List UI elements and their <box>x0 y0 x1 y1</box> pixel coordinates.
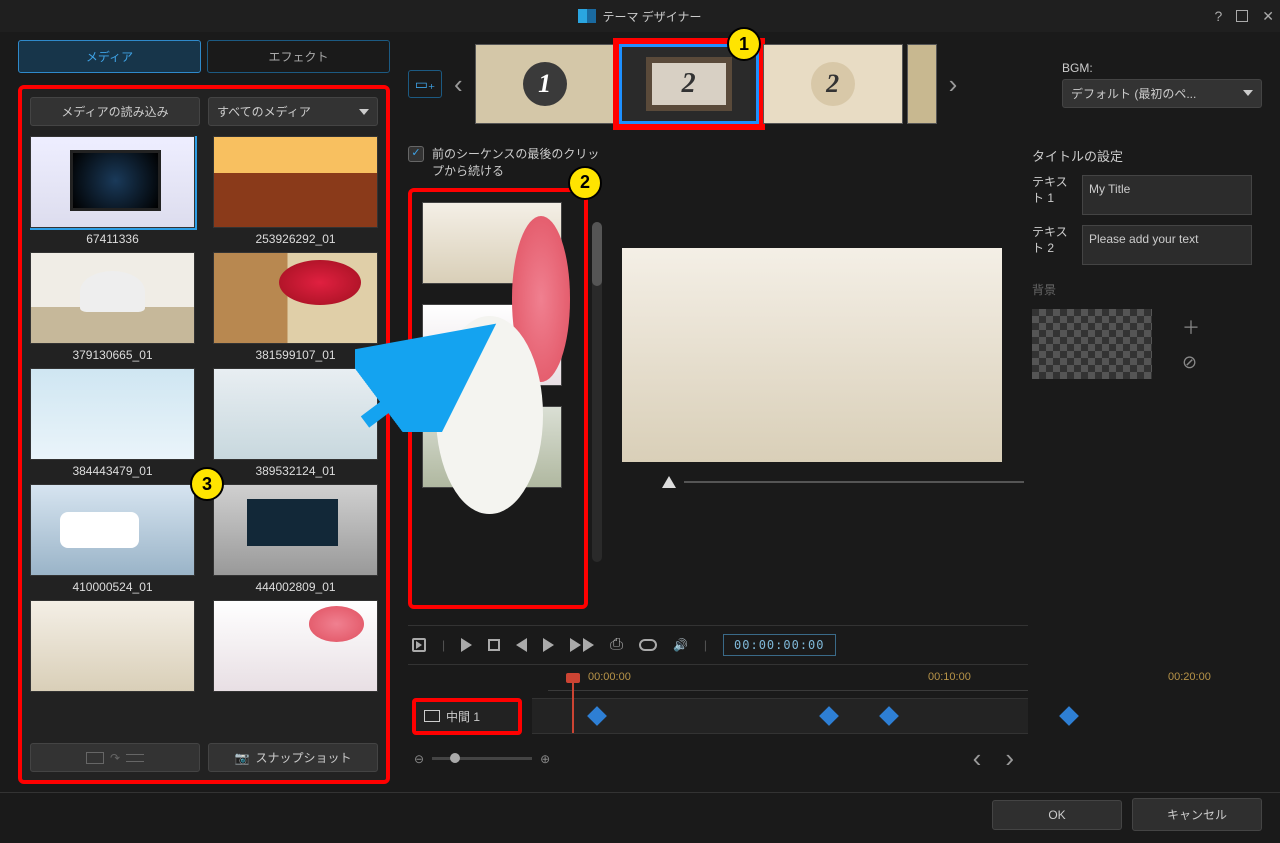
sequence-strip: ▭₊ ‹ 1 2 2 › BGM: デフォルト (最初のペ... <box>408 40 1262 128</box>
background-preview[interactable] <box>1032 309 1152 379</box>
stop-button[interactable] <box>488 639 500 651</box>
arrow-down-icon: ↷ <box>110 751 120 765</box>
media-label: 379130665_01 <box>30 348 195 362</box>
media-thumb[interactable] <box>213 252 378 344</box>
track-icon <box>126 754 144 762</box>
cancel-button[interactable]: キャンセル <box>1132 798 1262 831</box>
timeline-ruler[interactable]: 00:00:00 00:10:00 00:20:00 <box>548 669 1028 691</box>
media-label: 384443479_01 <box>30 464 195 478</box>
bgm-label: BGM: <box>1062 61 1262 75</box>
chevron-down-icon <box>359 109 369 115</box>
media-thumb[interactable] <box>30 252 195 344</box>
media-thumb[interactable] <box>30 136 195 228</box>
ok-button[interactable]: OK <box>992 800 1122 830</box>
media-grid: 67411336 253926292_01 379130665_01 38159… <box>30 136 378 735</box>
playback-controls: | ⎙ 🔊 | 00:00:00:00 <box>408 625 1028 665</box>
media-thumb[interactable] <box>213 484 378 576</box>
media-label: 67411336 <box>30 232 195 246</box>
zoom-in-button[interactable]: ⊕ <box>540 752 550 766</box>
window-title: テーマ デザイナー <box>602 8 701 25</box>
sequence-thumb-1[interactable]: 1 <box>475 44 615 124</box>
fast-forward-button[interactable] <box>570 638 594 652</box>
media-thumb[interactable] <box>30 600 195 692</box>
play-range-button[interactable] <box>412 638 426 652</box>
keyframe-icon[interactable] <box>879 706 899 726</box>
import-media-button[interactable]: メディアの読み込み <box>30 97 200 126</box>
loop-button[interactable] <box>639 639 657 651</box>
clear-background-button[interactable]: ⊘ <box>1182 352 1200 373</box>
clip-icon <box>86 752 104 764</box>
maximize-icon[interactable] <box>1236 10 1248 22</box>
app-logo-icon <box>578 9 596 23</box>
timecode-display[interactable]: 00:00:00:00 <box>723 634 835 656</box>
playhead[interactable] <box>572 677 574 733</box>
media-label: 389532124_01 <box>213 464 378 478</box>
zoom-slider[interactable] <box>432 757 532 760</box>
keyframe-icon[interactable] <box>819 706 839 726</box>
title-settings-header: タイトルの設定 <box>1032 146 1252 165</box>
next-sequence-button[interactable]: › <box>941 69 966 100</box>
tab-effects[interactable]: エフェクト <box>207 40 390 73</box>
play-button[interactable] <box>461 638 472 652</box>
annotation-badge-3: 3 <box>190 467 224 501</box>
sequence-thumb-4[interactable] <box>907 44 937 124</box>
annotation-arrow-icon <box>355 312 515 432</box>
volume-icon[interactable]: 🔊 <box>673 638 688 652</box>
next-frame-button[interactable] <box>543 638 554 652</box>
text2-input[interactable]: Please add your text <box>1082 225 1252 265</box>
prev-sequence-button[interactable]: ‹ <box>446 69 471 100</box>
media-thumb[interactable] <box>30 484 195 576</box>
ruler-tick: 00:20:00 <box>1168 671 1211 683</box>
tab-media[interactable]: メディア <box>18 40 201 73</box>
camera-icon[interactable]: ⎙ <box>610 636 623 654</box>
preview-viewport <box>622 248 1002 462</box>
zoom-out-button[interactable]: ⊖ <box>414 752 424 766</box>
media-thumb[interactable] <box>213 136 378 228</box>
snapshot-button[interactable]: 📷 スナップショット <box>208 743 378 772</box>
help-icon[interactable]: ? <box>1214 8 1222 24</box>
annotation-badge-2: 2 <box>568 166 602 200</box>
text1-input[interactable]: My Title <box>1082 175 1252 215</box>
bgm-dropdown[interactable]: デフォルト (最初のペ... <box>1062 79 1262 108</box>
media-panel: メディアの読み込み すべてのメディア 67411336 253926292_01… <box>18 85 390 784</box>
annotation-badge-1: 1 <box>727 27 761 61</box>
track-header[interactable]: 中間 1 <box>412 698 522 735</box>
ruler-tick: 00:00:00 <box>588 671 631 683</box>
ruler-tick: 00:10:00 <box>928 671 971 683</box>
camera-icon: 📷 <box>235 751 250 765</box>
media-label: 381599107_01 <box>213 348 378 362</box>
continue-previous-checkbox[interactable]: ✓ <box>408 146 424 162</box>
media-label: 253926292_01 <box>213 232 378 246</box>
preview-seek-slider[interactable] <box>622 476 1028 488</box>
titlebar: テーマ デザイナー ? ✕ <box>0 0 1280 32</box>
sequence-thumb-3[interactable]: 2 <box>763 44 903 124</box>
seek-knob-icon <box>662 476 676 488</box>
media-thumb[interactable] <box>213 368 378 460</box>
keyframe-icon[interactable] <box>587 706 607 726</box>
timeline-scroll-right[interactable]: › <box>997 743 1022 774</box>
track-icon <box>424 710 440 722</box>
media-label: 444002809_01 <box>213 580 378 594</box>
close-icon[interactable]: ✕ <box>1262 8 1274 25</box>
add-sequence-button[interactable]: ▭₊ <box>408 70 442 98</box>
timeline-scroll-left[interactable]: ‹ <box>965 743 990 774</box>
media-thumb[interactable] <box>30 368 195 460</box>
prev-frame-button[interactable] <box>516 638 527 652</box>
timeline: 00:00:00 00:10:00 00:20:00 中間 1 <box>408 665 1028 784</box>
text1-label: テキスト 1 <box>1032 175 1076 206</box>
chevron-down-icon <box>1243 90 1253 96</box>
add-background-button[interactable]: ＋ <box>1182 314 1200 340</box>
clip-list-scrollbar[interactable] <box>592 222 602 562</box>
media-filter-dropdown[interactable]: すべてのメディア <box>208 97 378 126</box>
text2-label: テキスト 2 <box>1032 225 1076 256</box>
track-label: 中間 1 <box>446 708 480 725</box>
timeline-insert-button[interactable]: ↷ <box>30 743 200 772</box>
background-label: 背景 <box>1032 283 1076 299</box>
timeline-track[interactable] <box>532 698 1028 734</box>
media-label: 410000524_01 <box>30 580 195 594</box>
media-thumb[interactable] <box>213 600 378 692</box>
